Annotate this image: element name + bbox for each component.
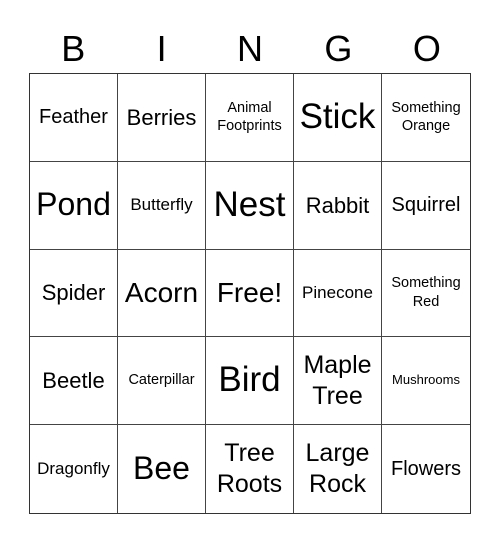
header-letter-b: B (61, 28, 86, 69)
bingo-cell[interactable]: Berries (118, 74, 206, 162)
bingo-cell[interactable]: Tree Roots (206, 425, 294, 513)
bingo-cell[interactable]: Something Orange (382, 74, 470, 162)
bingo-cell[interactable]: Dragonfly (30, 425, 118, 513)
bingo-cell[interactable]: Large Rock (294, 425, 382, 513)
bingo-cell[interactable]: Stick (294, 74, 382, 162)
bingo-cell[interactable]: Maple Tree (294, 337, 382, 426)
bingo-cell[interactable]: Bee (118, 425, 206, 513)
bingo-cell[interactable]: Rabbit (294, 161, 382, 250)
bingo-cell[interactable]: Spider (30, 249, 118, 338)
bingo-cell[interactable]: Animal Footprints (206, 74, 294, 162)
bingo-cell[interactable]: Nest (206, 161, 294, 250)
bingo-cell[interactable]: Mushrooms (382, 337, 470, 426)
bingo-cell[interactable]: Pond (30, 161, 118, 250)
free-space-cell[interactable]: Free! (206, 249, 294, 338)
bingo-cell[interactable]: Beetle (30, 337, 118, 426)
bingo-grid: Feather Berries Animal Footprints Stick … (29, 73, 471, 514)
bingo-cell[interactable]: Caterpillar (118, 337, 206, 426)
bingo-cell[interactable]: Bird (206, 337, 294, 426)
header-letter-g: G (324, 28, 353, 69)
bingo-cell[interactable]: Flowers (382, 425, 470, 513)
bingo-header: B I N G O (29, 24, 471, 74)
header-letter-n: N (237, 28, 264, 69)
header-letter-o: O (412, 28, 441, 69)
bingo-cell[interactable]: Pinecone (294, 249, 382, 338)
bingo-cell[interactable]: Butterfly (118, 161, 206, 250)
bingo-cell[interactable]: Something Red (382, 250, 470, 338)
bingo-cell[interactable]: Feather (30, 74, 118, 162)
header-letter-i: I (156, 28, 167, 69)
bingo-cell[interactable]: Acorn (118, 249, 206, 338)
bingo-cell[interactable]: Squirrel (382, 162, 470, 250)
